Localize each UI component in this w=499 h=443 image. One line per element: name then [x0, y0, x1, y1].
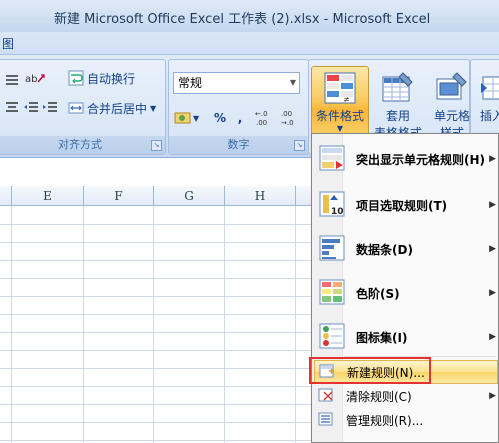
column-header-f[interactable]: F	[84, 186, 154, 206]
alignment-group-label: 对齐方式	[0, 136, 165, 154]
gridline	[0, 296, 320, 297]
manage-rules-icon	[317, 410, 335, 431]
orientation-button[interactable]: ab	[23, 66, 55, 90]
column-header-partial[interactable]	[0, 186, 12, 206]
currency-icon	[174, 110, 191, 126]
decrease-decimal-button[interactable]: .00 →.0	[279, 104, 305, 128]
submenu-arrow-icon: ▶	[489, 200, 496, 210]
indent-increase-icon	[42, 100, 58, 116]
conditional-formatting-icon: ≠	[323, 71, 357, 105]
menu-item-label: 清除规则(C)	[346, 389, 412, 404]
menu-item-label: 突出显示单元格规则(H)	[356, 152, 486, 167]
submenu-arrow-icon: ▶	[489, 391, 496, 401]
column-header-g[interactable]: G	[154, 186, 225, 206]
color-scales-icon	[317, 277, 347, 310]
align-left-button[interactable]	[3, 68, 25, 92]
menu-item-label: 数据条(D)	[356, 242, 413, 257]
alignment-group: ab 自动换行 合并后居中 ▼ 对齐方式 ↘	[0, 59, 166, 155]
data-bars-icon	[317, 233, 347, 266]
submenu-arrow-icon: ▶	[489, 154, 496, 164]
comma-button[interactable]: ,	[231, 106, 249, 130]
percent-button[interactable]: %	[209, 106, 231, 130]
submenu-arrow-icon: ▶	[489, 332, 496, 342]
align-lines-icon	[4, 72, 20, 88]
menu-item-highlight-cells-rules[interactable]: 突出显示单元格规则(H) ▶	[314, 138, 498, 180]
window-title: 新建 Microsoft Office Excel 工作表 (2).xlsx -…	[54, 12, 431, 27]
chevron-down-icon: ▼	[289, 78, 296, 87]
menu-item-data-bars[interactable]: 数据条(D) ▶	[314, 228, 498, 270]
svg-text:.00: .00	[281, 110, 292, 118]
gridline	[0, 224, 320, 225]
title-bar: 新建 Microsoft Office Excel 工作表 (2).xlsx -…	[0, 0, 499, 32]
menu-tab-view[interactable]: 图	[2, 35, 14, 52]
menu-item-clear-rules[interactable]: 清除规则(C) ▶	[314, 384, 498, 408]
chevron-down-icon: ▼	[193, 113, 200, 123]
number-format-select[interactable]: 常规 ▼	[173, 72, 300, 94]
wrap-text-label: 自动换行	[87, 71, 136, 86]
svg-text:10: 10	[331, 207, 344, 217]
submenu-arrow-icon: ▶	[489, 244, 496, 254]
svg-text:ab: ab	[25, 74, 37, 85]
submenu-arrow-icon: ▶	[489, 288, 496, 298]
insert-label: 插入	[479, 109, 499, 123]
decrease-decimal-icon: .00 →.0	[280, 108, 296, 127]
gridline	[0, 350, 320, 351]
menu-item-label: 管理规则(R)...	[346, 413, 424, 428]
annotation-highlight-box	[309, 357, 431, 384]
insert-cells-icon	[479, 71, 499, 105]
accounting-format-button[interactable]: ▼	[173, 106, 200, 130]
conditional-formatting-menu: 突出显示单元格规则(H) ▶ 10 项目选取规则(T) ▶ 数据条(D) ▶ 色…	[311, 133, 499, 443]
gridline	[0, 422, 320, 423]
wrap-text-icon	[68, 70, 84, 86]
svg-text:.00: .00	[256, 119, 267, 127]
menu-bar: 图	[0, 32, 499, 54]
column-header-e[interactable]: E	[12, 186, 84, 206]
menu-item-icon-sets[interactable]: 图标集(I) ▶	[314, 316, 498, 358]
number-group-label: 数字	[169, 136, 308, 154]
gridline	[0, 368, 320, 369]
gridline	[0, 242, 320, 243]
menu-item-color-scales[interactable]: 色阶(S) ▶	[314, 272, 498, 314]
format-as-table-icon	[381, 71, 415, 105]
merge-center-button[interactable]: 合并后居中 ▼	[67, 96, 157, 120]
chevron-down-icon: ▼	[150, 103, 157, 113]
column-header-h[interactable]: H	[225, 186, 296, 206]
icon-sets-icon	[317, 321, 347, 354]
merge-center-label: 合并后居中	[87, 101, 148, 116]
gridline	[0, 314, 320, 315]
menu-item-label: 色阶(S)	[356, 286, 400, 301]
gridline	[0, 404, 320, 405]
text-orientation-icon: ab	[24, 70, 45, 86]
align-center-buttons[interactable]	[3, 96, 59, 120]
conditional-formatting-label: 条件格式	[315, 109, 364, 123]
svg-text:→.0: →.0	[281, 119, 294, 127]
svg-text:←.0: ←.0	[255, 110, 268, 118]
menu-item-manage-rules[interactable]: 管理规则(R)...	[314, 408, 498, 432]
increase-decimal-button[interactable]: ←.0.00	[253, 104, 279, 128]
number-format-value: 常规	[178, 76, 203, 90]
format-as-table-label-1: 套用	[385, 109, 410, 123]
dialog-launcher-icon[interactable]: ↘	[151, 140, 162, 151]
gridline	[0, 260, 320, 261]
gridline	[0, 278, 320, 279]
top-bottom-rules-icon: 10	[317, 189, 347, 222]
align-center-icon	[4, 100, 20, 116]
menu-item-label: 图标集(I)	[356, 330, 408, 345]
menu-item-label: 项目选取规则(T)	[356, 198, 448, 213]
indent-decrease-icon	[23, 100, 39, 116]
gridline	[0, 386, 320, 387]
wrap-text-button[interactable]: 自动换行	[67, 66, 136, 90]
clear-rules-icon	[317, 386, 335, 407]
increase-decimal-icon: ←.0.00	[254, 108, 270, 127]
highlight-cells-icon	[317, 143, 347, 176]
merge-center-icon	[68, 100, 84, 116]
gridline	[0, 440, 320, 441]
svg-text:≠: ≠	[343, 95, 350, 104]
menu-item-top-bottom-rules[interactable]: 10 项目选取规则(T) ▶	[314, 184, 498, 226]
chevron-down-icon: ▼	[336, 124, 344, 133]
cell-styles-icon	[435, 71, 469, 105]
number-group: 常规 ▼ ▼ % , ←.0.00 .00 →.0 数字 ↘	[168, 59, 309, 155]
dialog-launcher-icon[interactable]: ↘	[294, 140, 305, 151]
gridline	[0, 332, 320, 333]
